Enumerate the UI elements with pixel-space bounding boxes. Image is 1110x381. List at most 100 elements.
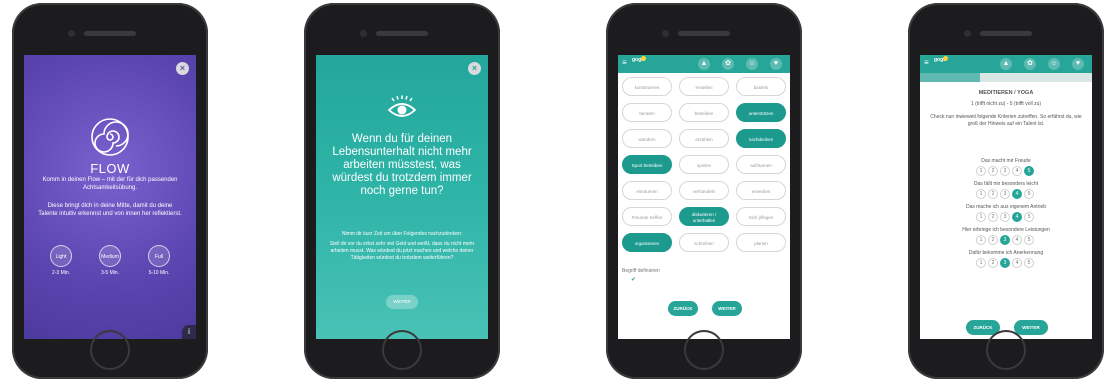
rating-option[interactable]: 3 xyxy=(1000,235,1010,245)
activity-chip[interactable]: aufräumen xyxy=(736,155,786,174)
camera xyxy=(360,30,367,37)
rating-option[interactable]: 5 xyxy=(1024,189,1034,199)
flow-subtitle: Komm in deinen Flow – mit der für dich p… xyxy=(42,177,178,191)
criterion-label: Hier erbringe ich besondere Leistungen xyxy=(962,227,1050,233)
close-button[interactable]: × xyxy=(176,62,189,75)
rating-option[interactable]: 2 xyxy=(988,189,998,199)
speaker xyxy=(376,31,428,36)
activity-chip[interactable]: diskutieren / unterhalten xyxy=(679,207,729,226)
activity-chip[interactable]: basteln xyxy=(736,77,786,96)
app-logo: gogo xyxy=(934,56,948,63)
rating-option[interactable]: 3 xyxy=(1000,258,1010,268)
rating-row: 12345 xyxy=(976,235,1036,245)
home-button xyxy=(382,330,422,370)
rating-option[interactable]: 4 xyxy=(1012,212,1022,222)
rating-option[interactable]: 2 xyxy=(988,212,998,222)
activity-chip[interactable]: unterstützen xyxy=(736,103,786,122)
light-button[interactable]: Light xyxy=(50,245,72,267)
rating-row: 12345 xyxy=(976,212,1036,222)
rating-row: 12345 xyxy=(976,166,1036,176)
face-icon[interactable]: ☺ xyxy=(746,58,758,70)
rating-option[interactable]: 4 xyxy=(1012,189,1022,199)
phone-frame-3: ≡ gogo ▲ ✿ ☺ ♥ konstruieren erstellen bast… xyxy=(606,3,802,379)
activity-chip[interactable]: Sport betreiben xyxy=(622,155,672,174)
activity-chip[interactable]: planen xyxy=(736,233,786,252)
activity-chip[interactable]: verhandeln xyxy=(679,181,729,200)
rating-option[interactable]: 3 xyxy=(1000,166,1010,176)
criterion-label: Das macht mir Freude xyxy=(981,158,1031,164)
rating-option[interactable]: 5 xyxy=(1024,235,1034,245)
activities-screen: ≡ gogo ▲ ✿ ☺ ♥ konstruieren erstellen bast… xyxy=(618,55,790,339)
rating-option[interactable]: 2 xyxy=(988,258,998,268)
criterion-label: Das fällt mir besonders leicht xyxy=(973,181,1039,187)
activity-chip[interactable]: nachdenken xyxy=(736,129,786,148)
home-button xyxy=(986,330,1026,370)
rating-option[interactable]: 1 xyxy=(976,189,986,199)
body-text: Stell dir vor du erbst sehr viel Geld un… xyxy=(329,241,475,261)
back-button[interactable]: ZURÜCK xyxy=(668,301,698,316)
menu-icon[interactable]: ≡ xyxy=(924,58,929,67)
activity-chip[interactable]: konstruieren xyxy=(622,77,672,96)
criterion-label: Das mache ich aus eigenem Antrieb xyxy=(965,204,1047,210)
rating-option[interactable]: 2 xyxy=(988,235,998,245)
phone-frame-1: × FLOW Komm in deinen Flow – mit der für… xyxy=(12,3,208,379)
speaker xyxy=(84,31,136,36)
rating-option[interactable]: 1 xyxy=(976,235,986,245)
activity-chip[interactable]: erzählen xyxy=(679,129,729,148)
rating-option[interactable]: 4 xyxy=(1012,258,1022,268)
speaker xyxy=(980,31,1032,36)
puzzle-icon[interactable]: ✿ xyxy=(1024,58,1036,70)
activity-chip[interactable]: Sich pflegen xyxy=(736,207,786,226)
info-button[interactable]: i xyxy=(182,325,196,339)
activity-chip[interactable]: spielen xyxy=(679,155,729,174)
activity-chip[interactable]: wandern xyxy=(622,129,672,148)
scale-legend: 1 (trifft nicht zu) - 5 (trifft voll zu) xyxy=(970,101,1042,107)
flow-description: Diese bringt dich in deine Mitte, damit … xyxy=(38,203,182,217)
check-icon: ✔ xyxy=(631,277,637,283)
rating-option[interactable]: 5 xyxy=(1024,166,1034,176)
rating-option[interactable]: 3 xyxy=(1000,212,1010,222)
criterion-label: Dafür bekomme ich Anerkennung xyxy=(968,250,1044,256)
medium-duration: 3-5 Min. xyxy=(100,270,120,276)
next-button[interactable]: WEITER xyxy=(386,295,418,309)
activity-chip[interactable]: schreiben xyxy=(679,233,729,252)
menu-icon[interactable]: ≡ xyxy=(622,58,627,67)
profile-icon[interactable]: ▲ xyxy=(698,58,710,70)
camera xyxy=(68,30,75,37)
app-logo: gogo xyxy=(632,56,646,63)
intro-text: Check nun inwieweit folgende Kriterien z… xyxy=(930,114,1082,127)
close-button[interactable]: × xyxy=(468,62,481,75)
activity-chip[interactable]: beraten xyxy=(622,103,672,122)
heart-icon[interactable]: ♥ xyxy=(1072,58,1084,70)
activity-chip[interactable]: erstellen xyxy=(679,77,729,96)
rating-option[interactable]: 5 xyxy=(1024,258,1034,268)
activity-chip[interactable]: einräumen xyxy=(622,181,672,200)
define-term-link[interactable]: Begriff definieren xyxy=(622,268,660,274)
next-button[interactable]: WEITER xyxy=(712,301,742,316)
app-header: ≡ gogo ▲ ✿ ☺ ♥ xyxy=(618,55,790,73)
activity-chip[interactable]: erwerben xyxy=(736,181,786,200)
eye-icon xyxy=(387,95,417,117)
rating-option[interactable]: 3 xyxy=(1000,189,1010,199)
rating-row: 12345 xyxy=(976,189,1036,199)
rating-option[interactable]: 2 xyxy=(988,166,998,176)
heart-icon[interactable]: ♥ xyxy=(770,58,782,70)
medium-button[interactable]: Medium xyxy=(99,245,121,267)
phone-frame-2: × Wenn du für deinen Lebensunterhalt nic… xyxy=(304,3,500,379)
face-icon[interactable]: ☺ xyxy=(1048,58,1060,70)
puzzle-icon[interactable]: ✿ xyxy=(722,58,734,70)
rating-option[interactable]: 5 xyxy=(1024,212,1034,222)
rating-option[interactable]: 1 xyxy=(976,258,986,268)
activity-chip[interactable]: organisieren xyxy=(622,233,672,252)
rating-option[interactable]: 4 xyxy=(1012,235,1022,245)
full-button[interactable]: Full xyxy=(148,245,170,267)
activity-chip[interactable]: betreiben xyxy=(679,103,729,122)
progress-band-remaining xyxy=(980,73,1092,82)
rating-option[interactable]: 1 xyxy=(976,166,986,176)
rating-option[interactable]: 1 xyxy=(976,212,986,222)
activity-chip[interactable]: Freunde treffen xyxy=(622,207,672,226)
rating-option[interactable]: 4 xyxy=(1012,166,1022,176)
profile-icon[interactable]: ▲ xyxy=(1000,58,1012,70)
home-button xyxy=(90,330,130,370)
next-button[interactable]: WEITER xyxy=(1014,320,1048,335)
